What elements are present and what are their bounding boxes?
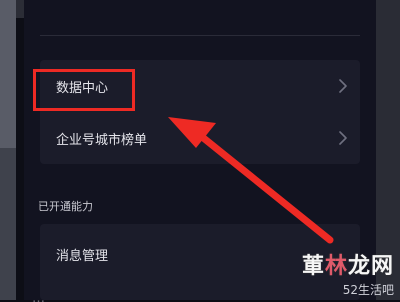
menu-item-label: 消息管理 — [56, 248, 109, 264]
menu-item-city-ranking[interactable]: 企业号城市榜单 — [40, 112, 360, 164]
menu-item-partial: … — [32, 292, 45, 302]
chevron-right-icon — [338, 131, 348, 145]
chevron-right-icon — [338, 79, 348, 93]
menu-item-label: 企业号城市榜单 — [56, 132, 148, 148]
section-title: 已开通能力 — [38, 200, 93, 213]
background-left-region — [0, 0, 16, 300]
divider — [40, 35, 360, 36]
watermark-subtitle: 52生活吧 — [342, 283, 394, 297]
highlight-box — [33, 69, 135, 111]
watermark-logo: 莗林龙网 — [301, 254, 394, 279]
